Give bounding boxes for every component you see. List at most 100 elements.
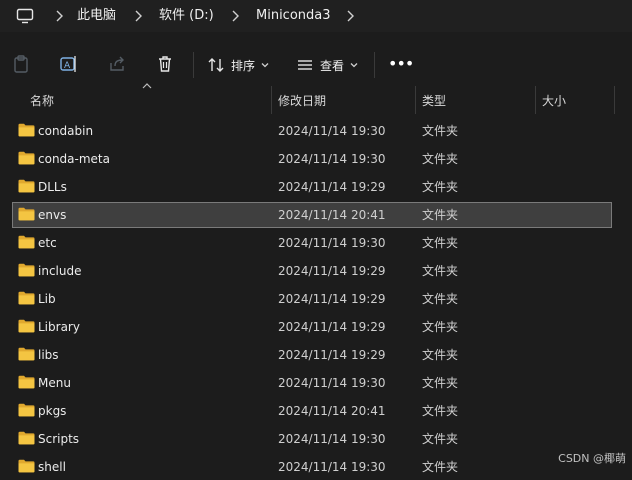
file-row[interactable]: DLLs 2024/11/14 19:29 文件夹 bbox=[12, 174, 612, 200]
delete-icon[interactable] bbox=[155, 54, 175, 74]
file-type: 文件夹 bbox=[422, 460, 459, 474]
folder-icon bbox=[18, 431, 35, 445]
file-date-modified: 2024/11/14 19:30 bbox=[278, 236, 386, 250]
column-divider[interactable] bbox=[535, 86, 536, 114]
file-name: condabin bbox=[38, 124, 94, 138]
column-header-row: 名称 修改日期 类型 大小 bbox=[0, 83, 632, 114]
file-name: Menu bbox=[38, 376, 71, 390]
file-date-modified: 2024/11/14 19:29 bbox=[278, 348, 386, 362]
file-name: envs bbox=[38, 208, 67, 222]
file-row[interactable]: Library 2024/11/14 19:29 文件夹 bbox=[12, 314, 612, 340]
file-type: 文件夹 bbox=[422, 208, 459, 222]
view-label: 查看 bbox=[320, 58, 345, 73]
this-pc-icon[interactable] bbox=[16, 7, 34, 25]
file-date-modified: 2024/11/14 20:41 bbox=[278, 208, 386, 222]
file-date-modified: 2024/11/14 20:41 bbox=[278, 404, 386, 418]
file-row[interactable]: pkgs 2024/11/14 20:41 文件夹 bbox=[12, 398, 612, 424]
chevron-right-icon[interactable] bbox=[228, 8, 242, 24]
folder-icon bbox=[18, 375, 35, 389]
file-date-modified: 2024/11/14 19:30 bbox=[278, 460, 386, 474]
column-divider[interactable] bbox=[271, 86, 272, 114]
file-row[interactable]: Menu 2024/11/14 19:30 文件夹 bbox=[12, 370, 612, 396]
breadcrumb-drive-d[interactable]: 软件 (D:) bbox=[159, 6, 214, 26]
chevron-right-icon[interactable] bbox=[131, 8, 145, 24]
file-name: Scripts bbox=[38, 432, 80, 446]
file-date-modified: 2024/11/14 19:30 bbox=[278, 124, 386, 138]
folder-icon bbox=[18, 151, 35, 165]
file-date-modified: 2024/11/14 19:30 bbox=[278, 432, 386, 446]
file-row[interactable]: Scripts 2024/11/14 19:30 文件夹 bbox=[12, 426, 612, 452]
file-row[interactable]: etc 2024/11/14 19:30 文件夹 bbox=[12, 230, 612, 256]
file-type: 文件夹 bbox=[422, 376, 459, 390]
file-type: 文件夹 bbox=[422, 236, 459, 250]
folder-icon bbox=[18, 123, 35, 137]
sort-button[interactable]: 排序 bbox=[207, 52, 270, 78]
file-name: libs bbox=[38, 348, 59, 362]
file-row[interactable]: Lib 2024/11/14 19:29 文件夹 bbox=[12, 286, 612, 312]
column-date-modified[interactable]: 修改日期 bbox=[278, 92, 326, 109]
folder-icon bbox=[18, 179, 35, 193]
view-list-icon bbox=[298, 60, 312, 70]
share-icon[interactable] bbox=[107, 54, 127, 74]
file-type: 文件夹 bbox=[422, 320, 459, 334]
file-date-modified: 2024/11/14 19:29 bbox=[278, 180, 386, 194]
chevron-down-icon bbox=[261, 63, 269, 68]
file-row[interactable]: envs 2024/11/14 20:41 文件夹 bbox=[12, 202, 612, 228]
svg-text:A: A bbox=[64, 61, 71, 71]
file-type: 文件夹 bbox=[422, 404, 459, 418]
file-date-modified: 2024/11/14 19:29 bbox=[278, 320, 386, 334]
file-name: pkgs bbox=[38, 404, 67, 418]
file-name: shell bbox=[38, 460, 66, 474]
file-date-modified: 2024/11/14 19:30 bbox=[278, 152, 386, 166]
folder-icon bbox=[18, 263, 35, 277]
folder-icon bbox=[18, 459, 35, 473]
toolbar-divider bbox=[374, 52, 375, 78]
chevron-right-icon[interactable] bbox=[343, 8, 357, 24]
folder-icon bbox=[18, 207, 35, 221]
column-type[interactable]: 类型 bbox=[422, 92, 446, 109]
chevron-right-icon[interactable] bbox=[52, 8, 66, 24]
file-name: etc bbox=[38, 236, 57, 250]
file-name: DLLs bbox=[38, 180, 67, 194]
paste-icon[interactable] bbox=[11, 54, 31, 74]
file-date-modified: 2024/11/14 19:29 bbox=[278, 292, 386, 306]
view-button[interactable]: 查看 bbox=[296, 52, 359, 78]
file-type: 文件夹 bbox=[422, 152, 459, 166]
toolbar-divider bbox=[193, 52, 194, 78]
file-name: Library bbox=[38, 320, 80, 334]
more-options-button[interactable]: ••• bbox=[388, 52, 414, 78]
file-type: 文件夹 bbox=[422, 292, 459, 306]
file-name: Lib bbox=[38, 292, 56, 306]
command-bar: A 排序 查看 ••• bbox=[0, 42, 632, 86]
sort-ascending-icon bbox=[142, 83, 152, 89]
column-name[interactable]: 名称 bbox=[30, 92, 54, 109]
column-divider[interactable] bbox=[614, 86, 615, 114]
folder-icon bbox=[18, 291, 35, 305]
file-type: 文件夹 bbox=[422, 348, 459, 362]
file-name: conda-meta bbox=[38, 152, 110, 166]
folder-icon bbox=[18, 403, 35, 417]
address-breadcrumb: 此电脑 软件 (D:) Miniconda3 bbox=[0, 0, 632, 32]
file-type: 文件夹 bbox=[422, 124, 459, 138]
folder-icon bbox=[18, 235, 35, 249]
file-type: 文件夹 bbox=[422, 264, 459, 278]
folder-icon bbox=[18, 347, 35, 361]
file-row[interactable]: include 2024/11/14 19:29 文件夹 bbox=[12, 258, 612, 284]
file-type: 文件夹 bbox=[422, 432, 459, 446]
column-divider[interactable] bbox=[415, 86, 416, 114]
breadcrumb-miniconda3[interactable]: Miniconda3 bbox=[256, 6, 331, 26]
file-row[interactable]: libs 2024/11/14 19:29 文件夹 bbox=[12, 342, 612, 368]
file-row[interactable]: conda-meta 2024/11/14 19:30 文件夹 bbox=[12, 146, 612, 172]
sort-label: 排序 bbox=[231, 58, 256, 73]
breadcrumb-this-pc[interactable]: 此电脑 bbox=[77, 6, 116, 26]
rename-icon[interactable]: A bbox=[59, 54, 79, 74]
file-row[interactable]: shell 2024/11/14 19:30 文件夹 bbox=[12, 454, 612, 480]
file-date-modified: 2024/11/14 19:29 bbox=[278, 264, 386, 278]
file-name: include bbox=[38, 264, 82, 278]
file-type: 文件夹 bbox=[422, 180, 459, 194]
column-size[interactable]: 大小 bbox=[542, 92, 566, 109]
watermark: CSDN @椰萌 bbox=[558, 452, 626, 465]
file-row[interactable]: condabin 2024/11/14 19:30 文件夹 bbox=[12, 118, 612, 144]
sort-icon bbox=[208, 58, 224, 72]
folder-icon bbox=[18, 319, 35, 333]
